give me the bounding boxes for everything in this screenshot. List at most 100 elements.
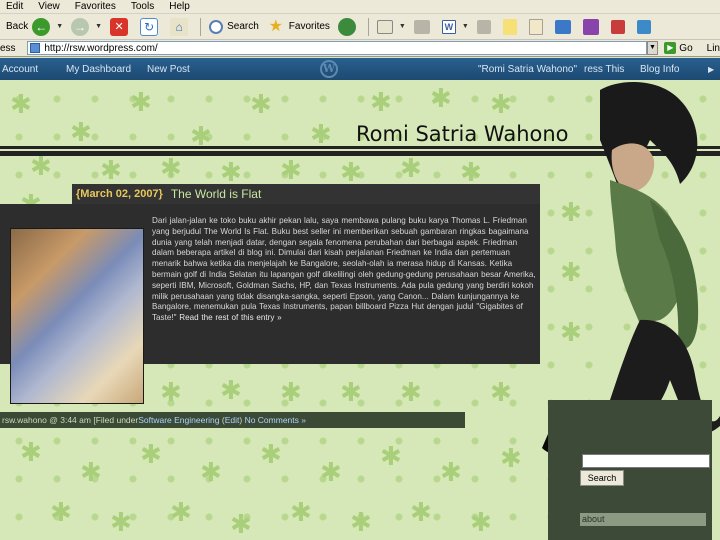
post-author: rsw.wahono @ 3:44 am [2, 415, 91, 425]
go-button[interactable]: ▶ Go [664, 42, 693, 54]
sidebar-search-button[interactable]: Search [580, 470, 624, 486]
new-post-link[interactable]: New Post [147, 64, 190, 75]
pattern-star-icon: ✱ [370, 88, 392, 118]
pen-button[interactable] [607, 16, 633, 38]
stop-button[interactable]: ✕ [106, 16, 136, 38]
back-dropdown-icon[interactable]: ▼ [56, 23, 63, 30]
menu-tools[interactable]: Tools [131, 1, 154, 12]
address-url: http://rsw.wordpress.com/ [44, 42, 158, 54]
print-button[interactable] [410, 16, 438, 38]
address-bar: ess http://rsw.wordpress.com/ ▼ ▶ Go Lin [0, 40, 720, 57]
mail-dropdown-icon[interactable]: ▼ [399, 23, 406, 30]
pattern-star-icon: ✱ [400, 154, 422, 184]
pattern-star-icon: ✱ [400, 378, 422, 408]
post-text: Dari jalan-jalan ke toko buku akhir peka… [152, 216, 536, 323]
extension-icon [582, 18, 599, 35]
edit-button[interactable]: W ▼ [438, 16, 473, 38]
pattern-star-icon: ✱ [130, 88, 152, 118]
menu-bar: Edit View Favorites Tools Help [0, 0, 720, 14]
discuss-icon [476, 19, 491, 34]
pattern-star-icon: ✱ [20, 438, 42, 468]
pattern-star-icon: ✱ [320, 458, 342, 488]
wordpress-admin-bar: Account My Dashboard New Post W "Romi Sa… [0, 58, 720, 80]
dashboard-link[interactable]: My Dashboard [66, 64, 131, 75]
pattern-star-icon: ✱ [490, 378, 512, 408]
post-header: {March 02, 2007} The World is Flat [72, 184, 540, 204]
forward-arrow-icon: → [71, 17, 90, 36]
back-label: Back [6, 21, 29, 32]
sidebar-search-input[interactable] [582, 454, 710, 468]
pattern-star-icon: ✱ [170, 498, 192, 528]
pattern-star-icon: ✱ [250, 90, 272, 120]
pattern-star-icon: ✱ [200, 458, 222, 488]
menu-help[interactable]: Help [169, 1, 190, 12]
account-link[interactable]: Account [2, 64, 38, 75]
pattern-star-icon: ✱ [430, 84, 452, 114]
pattern-star-icon: ✱ [80, 458, 102, 488]
mail-button[interactable]: ▼ [373, 16, 410, 38]
favorites-label: Favorites [288, 21, 330, 32]
go-arrow-icon: ▶ [664, 42, 677, 54]
pattern-star-icon: ✱ [340, 158, 362, 188]
favorites-button[interactable]: ★ Favorites [263, 16, 334, 38]
home-button[interactable]: ⌂ [166, 16, 196, 38]
address-dropdown-icon[interactable]: ▼ [646, 41, 659, 55]
extension-button[interactable] [579, 16, 607, 38]
pattern-star-icon: ✱ [310, 120, 332, 150]
post-title-link[interactable]: The World is Flat [171, 187, 261, 201]
messenger-button[interactable] [551, 16, 579, 38]
post-content: Dari jalan-jalan ke toko buku akhir peka… [152, 216, 538, 324]
messenger-icon [554, 19, 571, 34]
home-icon: ⌂ [170, 17, 189, 36]
blog-name-link[interactable]: "Romi Satria Wahono" [478, 64, 577, 75]
blog-info-arrow-icon[interactable]: ▶ [708, 65, 714, 74]
post-footer: rsw.wahono @ 3:44 am [Filed under Softwa… [0, 412, 465, 428]
pattern-star-icon: ✱ [410, 498, 432, 528]
pen-icon [610, 19, 625, 34]
go-label: Go [679, 42, 693, 54]
press-this-link[interactable]: ress This [584, 64, 624, 75]
pattern-star-icon: ✱ [340, 378, 362, 408]
edit-dropdown-icon[interactable]: ▼ [462, 23, 469, 30]
menu-edit[interactable]: Edit [6, 1, 23, 12]
research-button[interactable] [525, 16, 551, 38]
back-button[interactable]: Back ← ▼ [2, 16, 67, 38]
notes-button[interactable] [499, 16, 525, 38]
media-icon [337, 17, 356, 36]
refresh-button[interactable]: ↻ [136, 16, 166, 38]
blog-page: ✱ ✱ ✱ ✱ ✱ ✱ ✱ ✱ ✱ ✱ ✱ ✱ ✱ ✱ ✱ ✱ ✱ ✱ ✱ ✱ … [0, 80, 720, 540]
search-button[interactable]: Search [205, 16, 263, 38]
forward-button[interactable]: → ▼ [67, 16, 106, 38]
address-input[interactable]: http://rsw.wordpress.com/ [27, 41, 647, 55]
menu-view[interactable]: View [38, 1, 60, 12]
blog-info-link[interactable]: Blog Info [640, 64, 679, 75]
edit-link[interactable]: Edit [225, 415, 240, 425]
pattern-star-icon: ✱ [10, 90, 32, 120]
refresh-icon: ↻ [140, 17, 159, 36]
category-link[interactable]: Software Engineering [138, 415, 219, 425]
toolbar-separator [367, 17, 369, 36]
discuss-button[interactable] [473, 16, 499, 38]
pattern-star-icon: ✱ [350, 508, 372, 538]
comments-link[interactable]: No Comments » [245, 415, 306, 425]
links-label[interactable]: Lin [707, 43, 720, 54]
toolbar: Back ← ▼ → ▼ ✕ ↻ ⌂ Search ★ Favorites ▼ … [0, 14, 720, 40]
toolbar-separator [200, 17, 202, 36]
pattern-star-icon: ✱ [470, 508, 492, 538]
forward-dropdown-icon[interactable]: ▼ [95, 23, 102, 30]
print-icon [413, 19, 430, 34]
pattern-star-icon: ✱ [100, 156, 122, 186]
pattern-star-icon: ✱ [490, 90, 512, 120]
search-icon [209, 19, 224, 34]
pattern-star-icon: ✱ [500, 444, 522, 474]
address-label: ess [0, 42, 16, 54]
media-button[interactable] [334, 16, 364, 38]
research-icon [528, 18, 543, 35]
pattern-star-icon: ✱ [30, 152, 52, 182]
menu-favorites[interactable]: Favorites [75, 1, 116, 12]
read-more-link[interactable]: Read the rest of this entry » [179, 313, 281, 322]
pattern-star-icon: ✱ [380, 442, 402, 472]
stop-icon: ✕ [110, 17, 129, 36]
note-icon [502, 18, 517, 35]
misc-button[interactable] [633, 16, 659, 38]
